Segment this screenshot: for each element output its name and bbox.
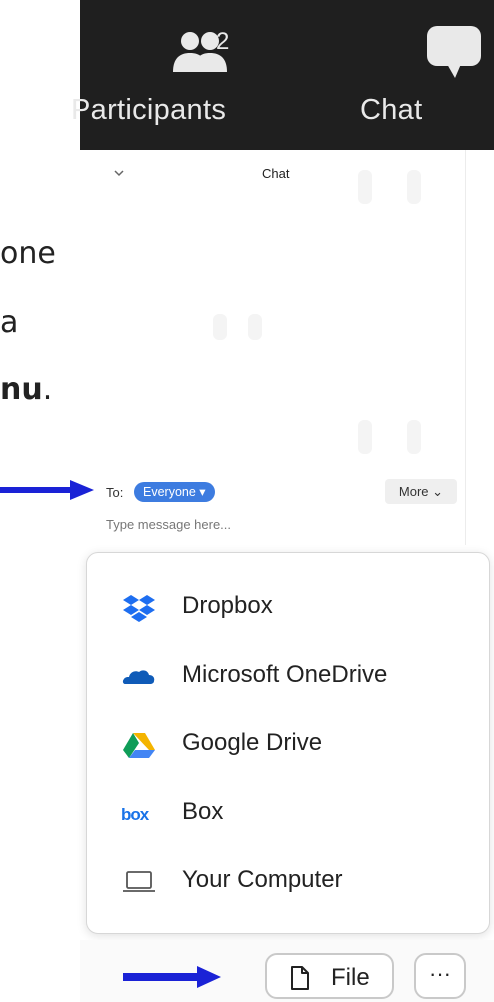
instruction-bold-text: nu — [0, 372, 43, 407]
file-button[interactable]: File — [265, 953, 394, 999]
participants-button[interactable]: 2 Participants — [71, 0, 270, 150]
file-label: File — [331, 964, 370, 991]
meeting-toolbar: 2 Participants Chat — [71, 0, 494, 150]
chevron-down-icon: ⌄ — [432, 484, 444, 499]
more-options-button[interactable]: ··· — [414, 953, 466, 999]
instruction-text-line: a — [0, 305, 19, 340]
ghost-block — [358, 170, 372, 204]
ghost-block — [407, 420, 421, 454]
menu-item-label: Google Drive — [182, 729, 323, 756]
caret-down-icon: ▾ — [199, 485, 206, 499]
menu-item-your-computer[interactable]: Your Computer — [87, 853, 489, 911]
menu-item-label: Box — [182, 798, 224, 825]
file-icon — [291, 966, 309, 990]
ghost-block — [213, 314, 227, 340]
ghost-block — [248, 314, 262, 340]
menu-item-label: Dropbox — [182, 592, 273, 619]
message-input[interactable]: Type message here... — [106, 517, 231, 532]
participants-label: Participants — [71, 94, 227, 126]
file-source-menu: Dropbox Microsoft OneDrive Google Drive … — [86, 552, 490, 934]
menu-item-dropbox[interactable]: Dropbox — [87, 579, 489, 637]
participants-icon — [173, 32, 227, 72]
chat-button[interactable]: Chat — [320, 0, 481, 150]
to-label: To: — [106, 485, 124, 500]
menu-item-google-drive[interactable]: Google Drive — [87, 716, 489, 774]
recipient-dropdown[interactable]: Everyone ▾ — [134, 482, 215, 502]
google-drive-icon — [123, 733, 155, 758]
box-icon: box — [121, 805, 151, 824]
more-label: More — [398, 484, 429, 499]
chevron-down-icon[interactable] — [112, 168, 126, 178]
panel-divider — [465, 150, 466, 545]
ellipsis-icon: ··· — [429, 961, 451, 986]
more-button[interactable]: More ⌄ — [385, 479, 457, 504]
menu-item-label: Microsoft OneDrive — [182, 661, 388, 688]
chat-label: Chat — [360, 94, 423, 126]
laptop-icon — [123, 871, 155, 892]
recipient-label: Everyone — [143, 485, 196, 499]
menu-item-box[interactable]: box Box — [87, 785, 489, 843]
ghost-block — [407, 170, 421, 204]
ghost-block — [358, 420, 372, 454]
arrow-right-icon — [123, 966, 221, 988]
instruction-text-line: nu. — [0, 372, 52, 407]
onedrive-icon — [122, 670, 155, 684]
instruction-period: . — [42, 372, 53, 407]
chat-panel-title: Chat — [262, 166, 290, 181]
instruction-text-line: one — [0, 236, 56, 271]
chat-bubble-icon — [427, 26, 481, 78]
menu-item-label: Your Computer — [182, 866, 343, 893]
svg-text:box: box — [121, 805, 150, 824]
menu-item-onedrive[interactable]: Microsoft OneDrive — [87, 648, 489, 706]
arrow-right-icon — [0, 480, 94, 500]
participant-count: 2 — [216, 28, 230, 55]
dropbox-icon — [123, 595, 155, 622]
